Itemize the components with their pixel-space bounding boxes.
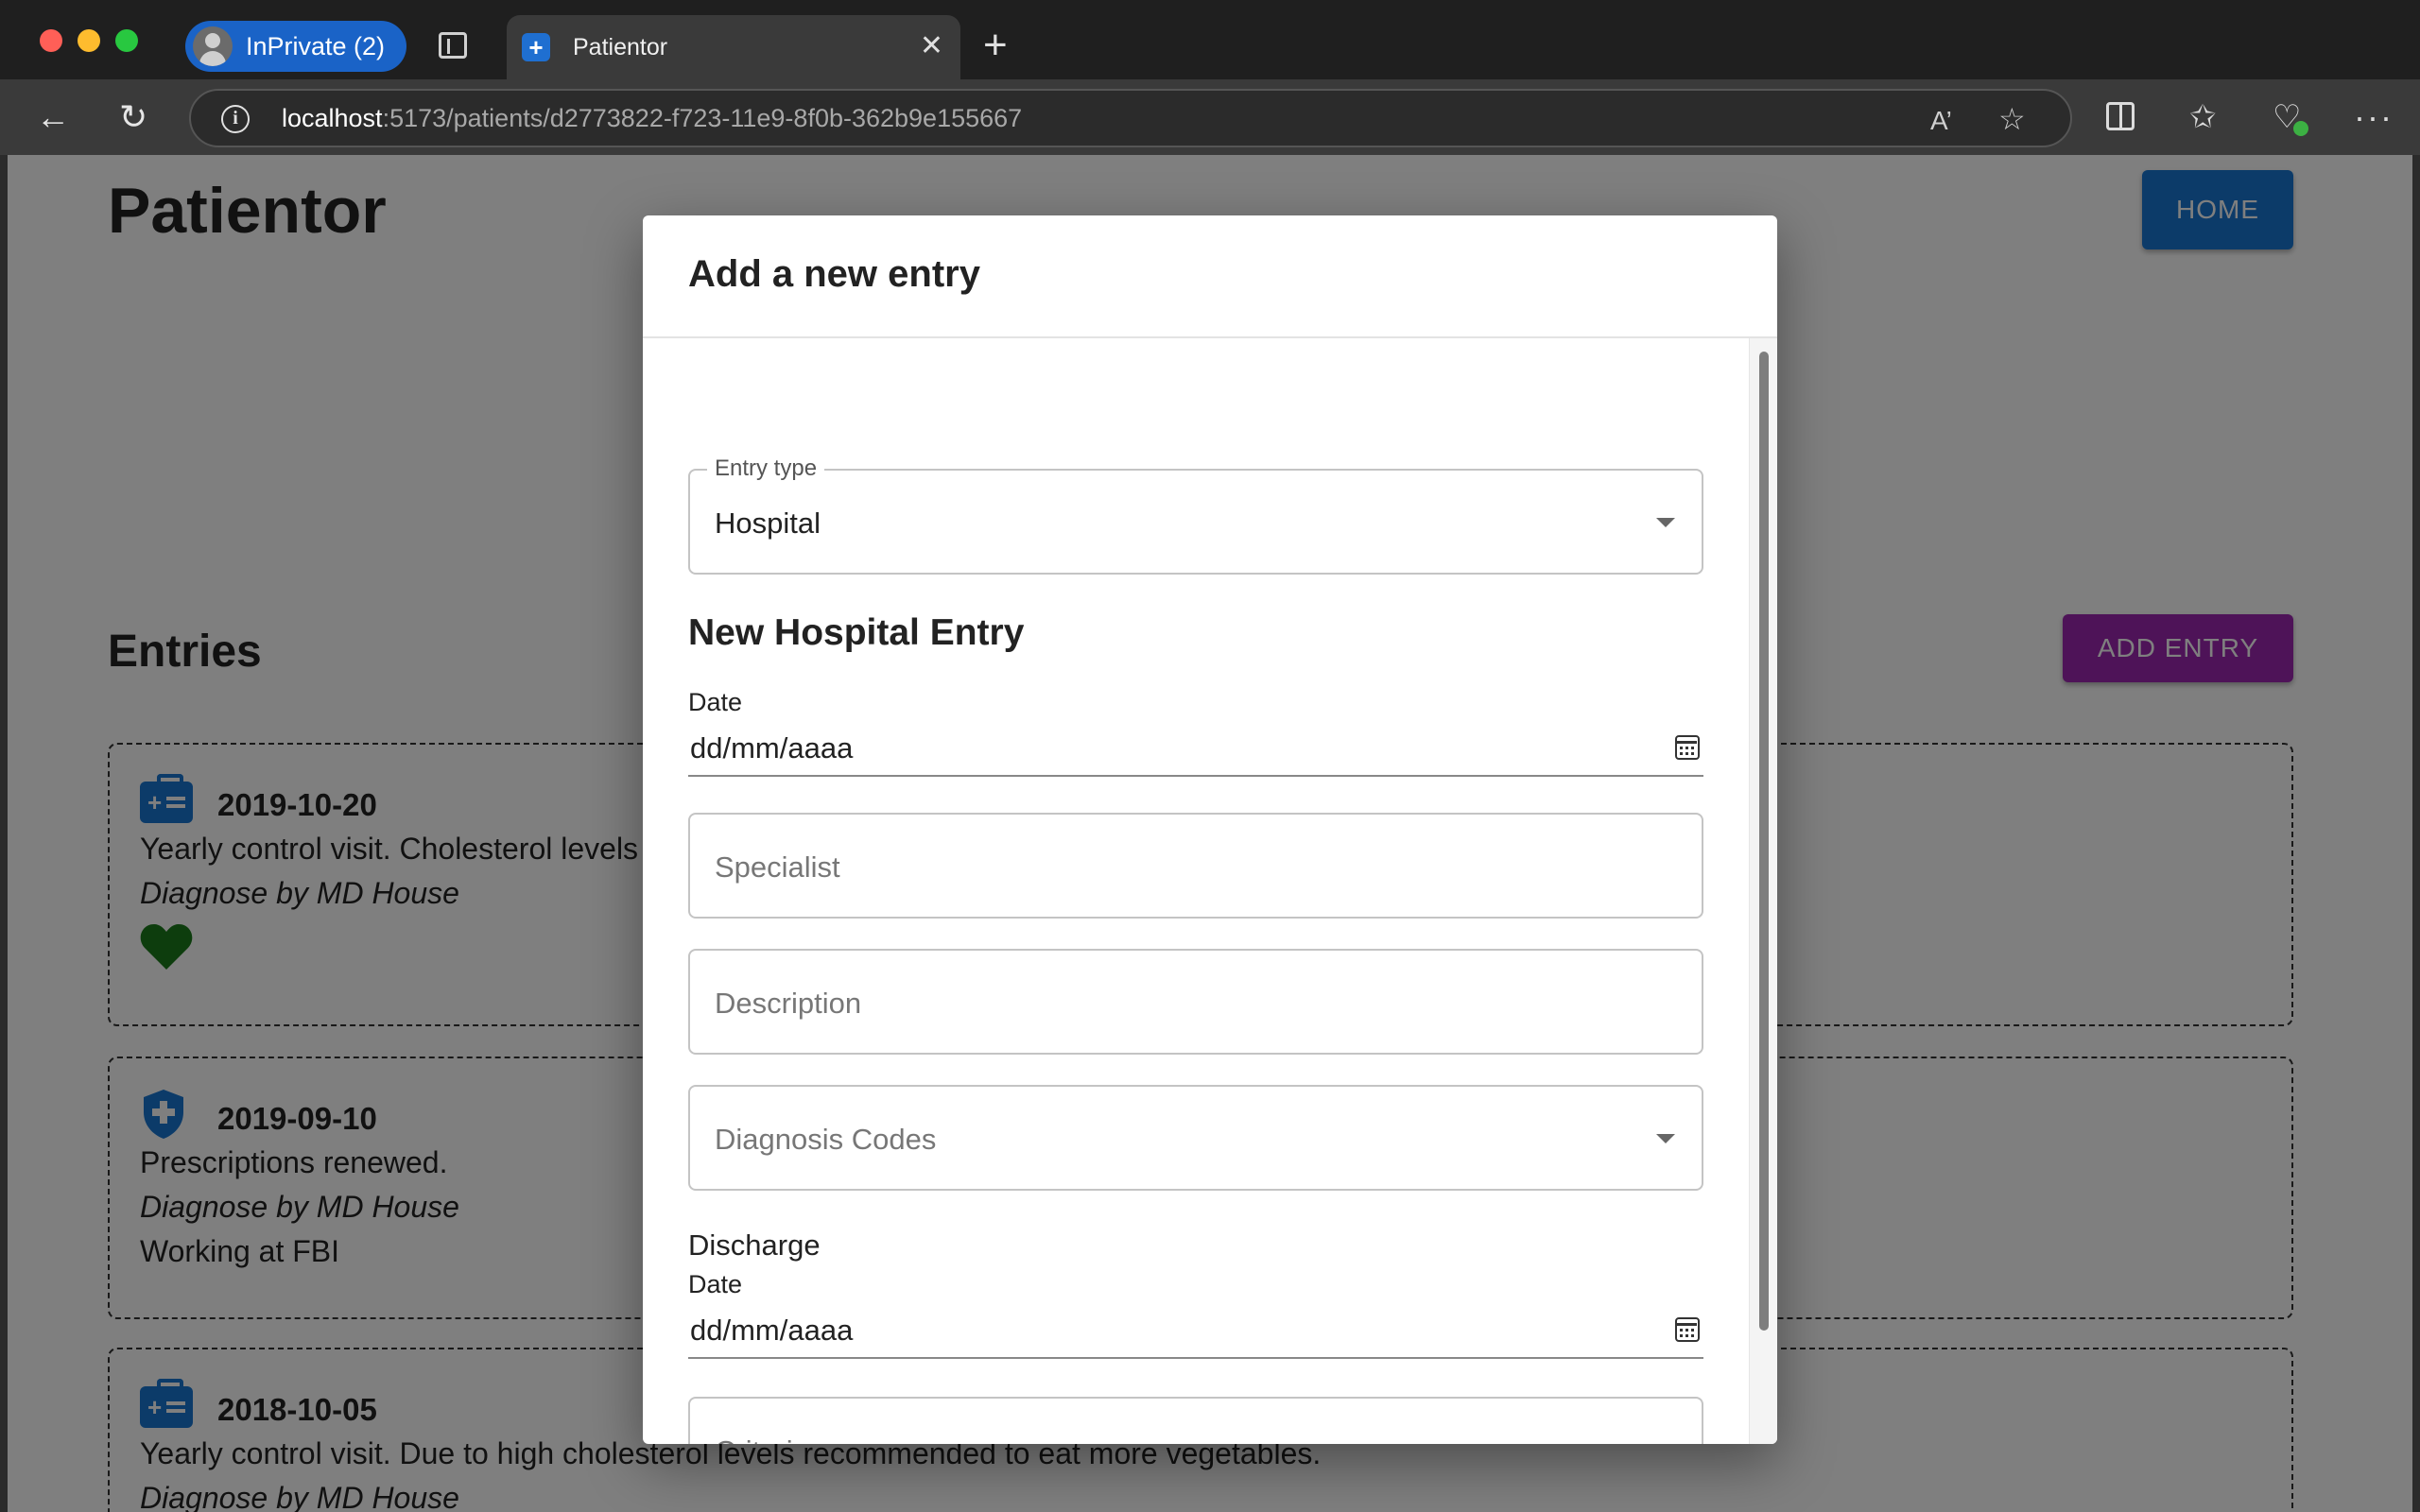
favorites-icon[interactable]: ✩ xyxy=(2189,98,2217,136)
window-minimize-button[interactable] xyxy=(78,29,100,52)
criteria-field[interactable]: Criteria xyxy=(688,1397,1703,1444)
back-icon[interactable]: ← xyxy=(36,98,70,136)
entry-type-label: Entry type xyxy=(707,455,825,482)
favorite-star-icon[interactable]: ☆ xyxy=(1998,102,2026,136)
address-bar[interactable]: i localhost:5173/patients/d2773822-f723-… xyxy=(189,89,2072,147)
avatar xyxy=(193,26,233,66)
status-badge xyxy=(2293,121,2308,136)
url-text: localhost:5173/patients/d2773822-f723-11… xyxy=(282,104,1022,133)
more-menu-icon[interactable]: ··· xyxy=(2354,98,2394,136)
entry-type-value: Hospital xyxy=(715,507,821,540)
profile-label: InPrivate (2) xyxy=(246,31,386,60)
discharge-title: Discharge xyxy=(688,1228,821,1262)
date-label: Date xyxy=(688,688,743,716)
add-entry-dialog: Add a new entry Entry type Hospital New … xyxy=(643,215,1777,1444)
browser-toolbar: ← ↻ i localhost:5173/patients/d2773822-f… xyxy=(0,79,2420,155)
chevron-down-icon xyxy=(1656,518,1675,527)
calendar-icon[interactable] xyxy=(1675,735,1700,760)
criteria-placeholder: Criteria xyxy=(715,1435,809,1444)
site-info-icon[interactable]: i xyxy=(221,105,250,133)
discharge-date-placeholder: dd/mm/aaaa xyxy=(690,1314,854,1347)
split-screen-icon[interactable] xyxy=(2106,102,2135,130)
inprivate-profile-button[interactable]: InPrivate (2) xyxy=(185,21,406,72)
diagnosis-codes-select[interactable]: Diagnosis Codes xyxy=(688,1085,1703,1191)
discharge-date-input[interactable]: dd/mm/aaaa xyxy=(688,1308,1703,1359)
tab-actions-icon[interactable] xyxy=(439,32,467,59)
window-maximize-button[interactable] xyxy=(115,29,138,52)
new-tab-icon[interactable]: + xyxy=(983,25,1008,66)
url-host: localhost xyxy=(282,104,383,132)
date-input[interactable]: dd/mm/aaaa xyxy=(688,726,1703,777)
description-placeholder: Description xyxy=(715,987,862,1020)
tab-favicon-icon: + xyxy=(522,33,550,61)
new-hospital-entry-title: New Hospital Entry xyxy=(688,612,1025,653)
chevron-down-icon xyxy=(1656,1134,1675,1143)
browser-titlebar: InPrivate (2) + Patientor ✕ + xyxy=(0,0,2420,79)
specialist-field[interactable]: Specialist xyxy=(688,813,1703,919)
browser-tab[interactable]: + Patientor ✕ xyxy=(507,15,960,79)
tab-title: Patientor xyxy=(573,33,668,60)
read-aloud-icon[interactable]: A’ xyxy=(1930,104,1952,138)
dialog-scrollbar[interactable] xyxy=(1749,338,1777,1444)
calendar-icon[interactable] xyxy=(1675,1317,1700,1342)
diagnosis-codes-placeholder: Diagnosis Codes xyxy=(715,1123,937,1156)
tab-close-icon[interactable]: ✕ xyxy=(920,32,943,60)
entry-type-select[interactable]: Entry type Hospital xyxy=(688,455,1703,575)
url-path: :5173/patients/d2773822-f723-11e9-8f0b-3… xyxy=(382,104,1023,132)
discharge-date-label: Date xyxy=(688,1270,743,1298)
window-close-button[interactable] xyxy=(40,29,62,52)
scrollbar-thumb[interactable] xyxy=(1759,352,1769,1331)
dialog-title: Add a new entry xyxy=(688,253,980,295)
reload-icon[interactable]: ↻ xyxy=(119,98,147,136)
dialog-body: Entry type Hospital New Hospital Entry D… xyxy=(643,338,1749,1444)
description-field[interactable]: Description xyxy=(688,949,1703,1055)
specialist-placeholder: Specialist xyxy=(715,850,840,884)
date-placeholder: dd/mm/aaaa xyxy=(690,731,854,765)
